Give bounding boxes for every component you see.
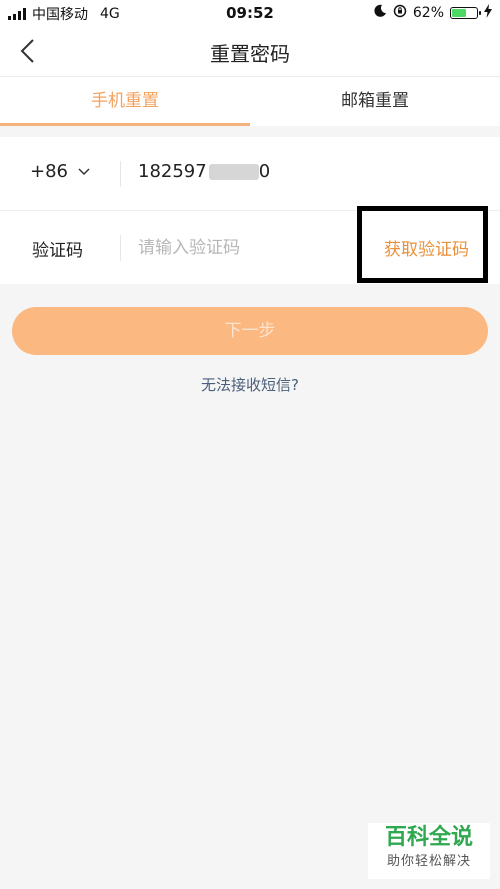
blurred-digits — [208, 163, 259, 180]
rotation-lock-icon — [393, 4, 407, 22]
nav-bar: 重置密码 — [0, 26, 500, 77]
tab-phone-reset[interactable]: 手机重置 — [0, 77, 250, 126]
chevron-down-icon — [78, 167, 90, 175]
moon-icon — [373, 4, 387, 22]
cannot-receive-sms-link[interactable]: 无法接收短信? — [0, 374, 500, 395]
battery-fill — [452, 9, 466, 17]
battery-percent: 62% — [412, 5, 444, 21]
charging-icon — [484, 4, 492, 22]
get-code-button[interactable]: 获取验证码 — [384, 235, 469, 260]
status-bar: 中国移动 4G 09:52 62% — [0, 0, 500, 26]
code-label: 验证码 — [32, 241, 83, 261]
phone-number-tail: 0 — [258, 161, 271, 182]
field-divider — [120, 235, 121, 261]
tab-email-reset[interactable]: 邮箱重置 — [250, 77, 500, 126]
watermark-title: 百科全说 — [384, 825, 473, 850]
battery-icon — [450, 7, 481, 19]
watermark-logo: 百科全说 助你轻松解决 — [368, 823, 490, 879]
field-divider — [120, 161, 121, 187]
phone-row: +86 182597 0 — [0, 137, 500, 211]
phone-number-visible: 182597 — [138, 161, 207, 182]
tab-bar: 手机重置 邮箱重置 — [0, 77, 500, 126]
watermark-subtitle: 助你轻松解决 — [386, 854, 471, 869]
status-right: 62% — [373, 4, 492, 22]
page-title: 重置密码 — [210, 42, 290, 66]
verification-code-input[interactable] — [138, 231, 338, 265]
country-code-select[interactable]: +86 — [30, 161, 90, 182]
phone-input[interactable]: 182597 0 — [138, 161, 270, 182]
next-step-button[interactable]: 下一步 — [12, 307, 488, 355]
country-code-value: +86 — [30, 161, 68, 182]
